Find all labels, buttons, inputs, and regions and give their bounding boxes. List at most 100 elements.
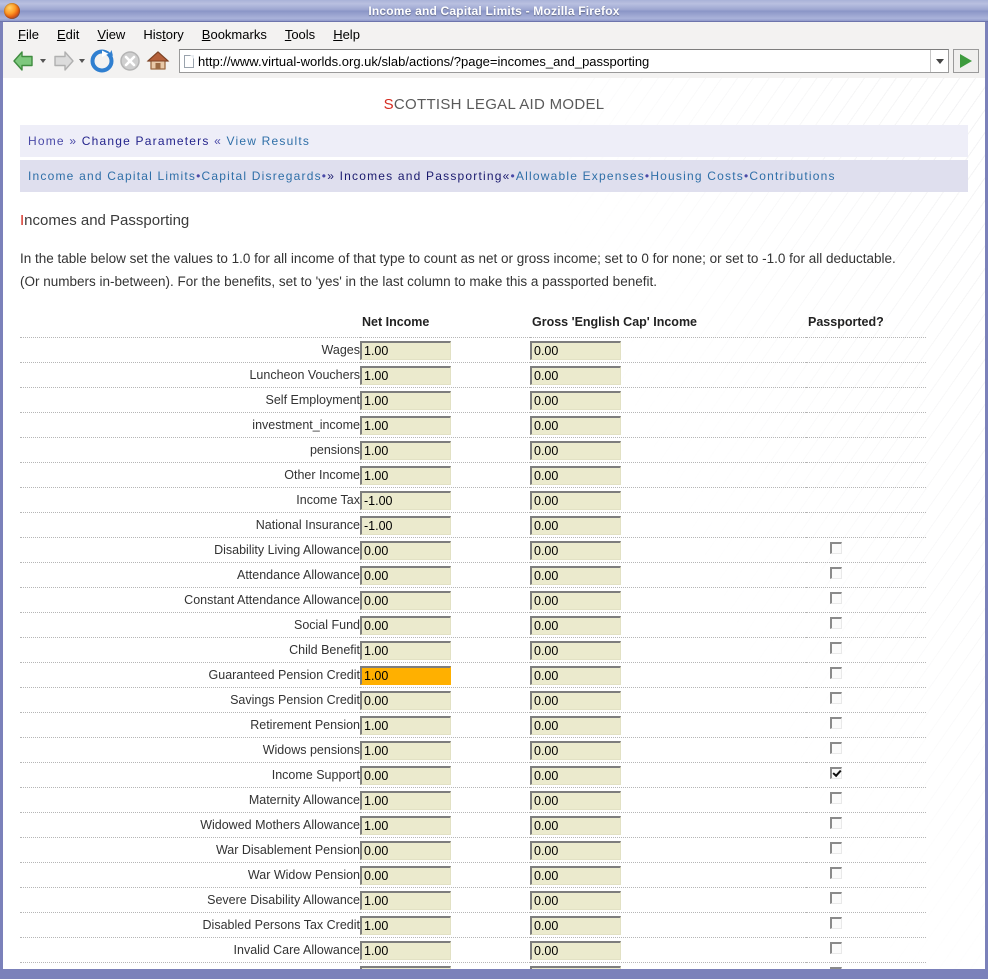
passported-checkbox[interactable] (830, 767, 842, 779)
breadcrumb-home[interactable]: Home (28, 134, 65, 148)
url-input[interactable]: http://www.virtual-worlds.org.uk/slab/ac… (198, 50, 930, 72)
reload-icon[interactable] (89, 48, 115, 74)
passported-checkbox[interactable] (830, 667, 842, 679)
passported-checkbox[interactable] (830, 592, 842, 604)
subnav-item-contributions[interactable]: Contributions (749, 169, 835, 183)
gross-income-input[interactable] (530, 716, 621, 735)
gross-income-input[interactable] (530, 741, 621, 760)
menu-tools[interactable]: Tools (276, 25, 324, 44)
net-income-input[interactable] (360, 616, 451, 635)
gross-income-input[interactable] (530, 841, 621, 860)
passported-checkbox[interactable] (830, 542, 842, 554)
menu-file[interactable]: File (9, 25, 48, 44)
gross-income-input[interactable] (530, 416, 621, 435)
gross-income-input[interactable] (530, 866, 621, 885)
gross-income-input[interactable] (530, 441, 621, 460)
gross-income-input[interactable] (530, 616, 621, 635)
gross-income-input[interactable] (530, 391, 621, 410)
net-income-input[interactable] (360, 491, 451, 510)
net-income-input[interactable] (360, 791, 451, 810)
go-arrow-icon[interactable] (953, 49, 979, 73)
net-income-input[interactable] (360, 541, 451, 560)
net-income-input[interactable] (360, 891, 451, 910)
passported-checkbox[interactable] (830, 792, 842, 804)
passported-checkbox[interactable] (830, 642, 842, 654)
gross-income-input[interactable] (530, 516, 621, 535)
net-income-input[interactable] (360, 741, 451, 760)
gross-income-input[interactable] (530, 466, 621, 485)
menu-bookmarks[interactable]: Bookmarks (193, 25, 276, 44)
passported-checkbox[interactable] (830, 917, 842, 929)
passported-cell (806, 613, 926, 638)
net-income-input[interactable] (360, 466, 451, 485)
passported-checkbox[interactable] (830, 717, 842, 729)
gross-income-input[interactable] (530, 566, 621, 585)
net-income-input[interactable] (360, 966, 451, 973)
menu-edit[interactable]: Edit (48, 25, 88, 44)
passported-checkbox[interactable] (830, 942, 842, 954)
gross-income-input[interactable] (530, 366, 621, 385)
gross-income-input[interactable] (530, 591, 621, 610)
gross-income-input[interactable] (530, 341, 621, 360)
net-income-input[interactable] (360, 716, 451, 735)
net-income-input[interactable] (360, 591, 451, 610)
net-income-input[interactable] (360, 766, 451, 785)
gross-income-input[interactable] (530, 966, 621, 973)
gross-income-input[interactable] (530, 666, 621, 685)
menu-view[interactable]: View (88, 25, 134, 44)
net-income-input[interactable] (360, 366, 451, 385)
net-income-input[interactable] (360, 516, 451, 535)
table-row: Child Benefit (20, 638, 926, 663)
gross-income-input[interactable] (530, 691, 621, 710)
passported-checkbox[interactable] (830, 617, 842, 629)
gross-income-input[interactable] (530, 766, 621, 785)
net-income-input[interactable] (360, 566, 451, 585)
breadcrumb: Home » Change Parameters « View Results (20, 125, 968, 157)
subnav-item-capital-disregards[interactable]: Capital Disregards (201, 169, 321, 183)
passported-checkbox[interactable] (830, 967, 842, 972)
address-bar[interactable]: http://www.virtual-worlds.org.uk/slab/ac… (179, 49, 949, 73)
gross-income-input[interactable] (530, 891, 621, 910)
back-arrow-icon[interactable] (11, 48, 37, 74)
gross-income-input[interactable] (530, 791, 621, 810)
net-income-input[interactable] (360, 341, 451, 360)
breadcrumb-change-parameters[interactable]: Change Parameters (82, 134, 210, 148)
passported-checkbox[interactable] (830, 842, 842, 854)
passported-checkbox[interactable] (830, 742, 842, 754)
gross-income-input[interactable] (530, 816, 621, 835)
back-dropdown-caret-icon[interactable] (39, 48, 48, 74)
net-income-input[interactable] (360, 941, 451, 960)
subnav-item-housing-costs[interactable]: Housing Costs (650, 169, 744, 183)
subnav-item-income-and-capital-limits[interactable]: Income and Capital Limits (28, 169, 196, 183)
passported-checkbox[interactable] (830, 692, 842, 704)
home-icon[interactable] (145, 48, 171, 74)
net-income-input[interactable] (360, 841, 451, 860)
net-income-input[interactable] (360, 691, 451, 710)
gross-income-cell (530, 563, 806, 588)
net-income-input[interactable] (360, 816, 451, 835)
net-income-input[interactable] (360, 416, 451, 435)
menu-help[interactable]: Help (324, 25, 369, 44)
gross-income-input[interactable] (530, 491, 621, 510)
menu-history[interactable]: History (134, 25, 192, 44)
net-income-input[interactable] (360, 641, 451, 660)
passported-checkbox[interactable] (830, 867, 842, 879)
gross-income-input[interactable] (530, 916, 621, 935)
net-income-input[interactable] (360, 866, 451, 885)
net-income-input[interactable] (360, 391, 451, 410)
net-income-input[interactable] (360, 666, 451, 685)
gross-income-input[interactable] (530, 641, 621, 660)
row-label: Constant Attendance Allowance (20, 588, 360, 613)
net-income-input[interactable] (360, 441, 451, 460)
url-dropdown-icon[interactable] (930, 50, 948, 72)
subnav-item-allowable-expenses[interactable]: Allowable Expenses (516, 169, 645, 183)
passported-checkbox[interactable] (830, 567, 842, 579)
passported-checkbox[interactable] (830, 817, 842, 829)
passported-checkbox[interactable] (830, 892, 842, 904)
site-title-rest: COTTISH LEGAL AID MODEL (394, 96, 605, 113)
gross-income-input[interactable] (530, 541, 621, 560)
breadcrumb-view-results[interactable]: View Results (227, 134, 311, 148)
subnav-item-incomes-and-passporting[interactable]: » Incomes and Passporting« (327, 169, 510, 183)
gross-income-input[interactable] (530, 941, 621, 960)
net-income-input[interactable] (360, 916, 451, 935)
